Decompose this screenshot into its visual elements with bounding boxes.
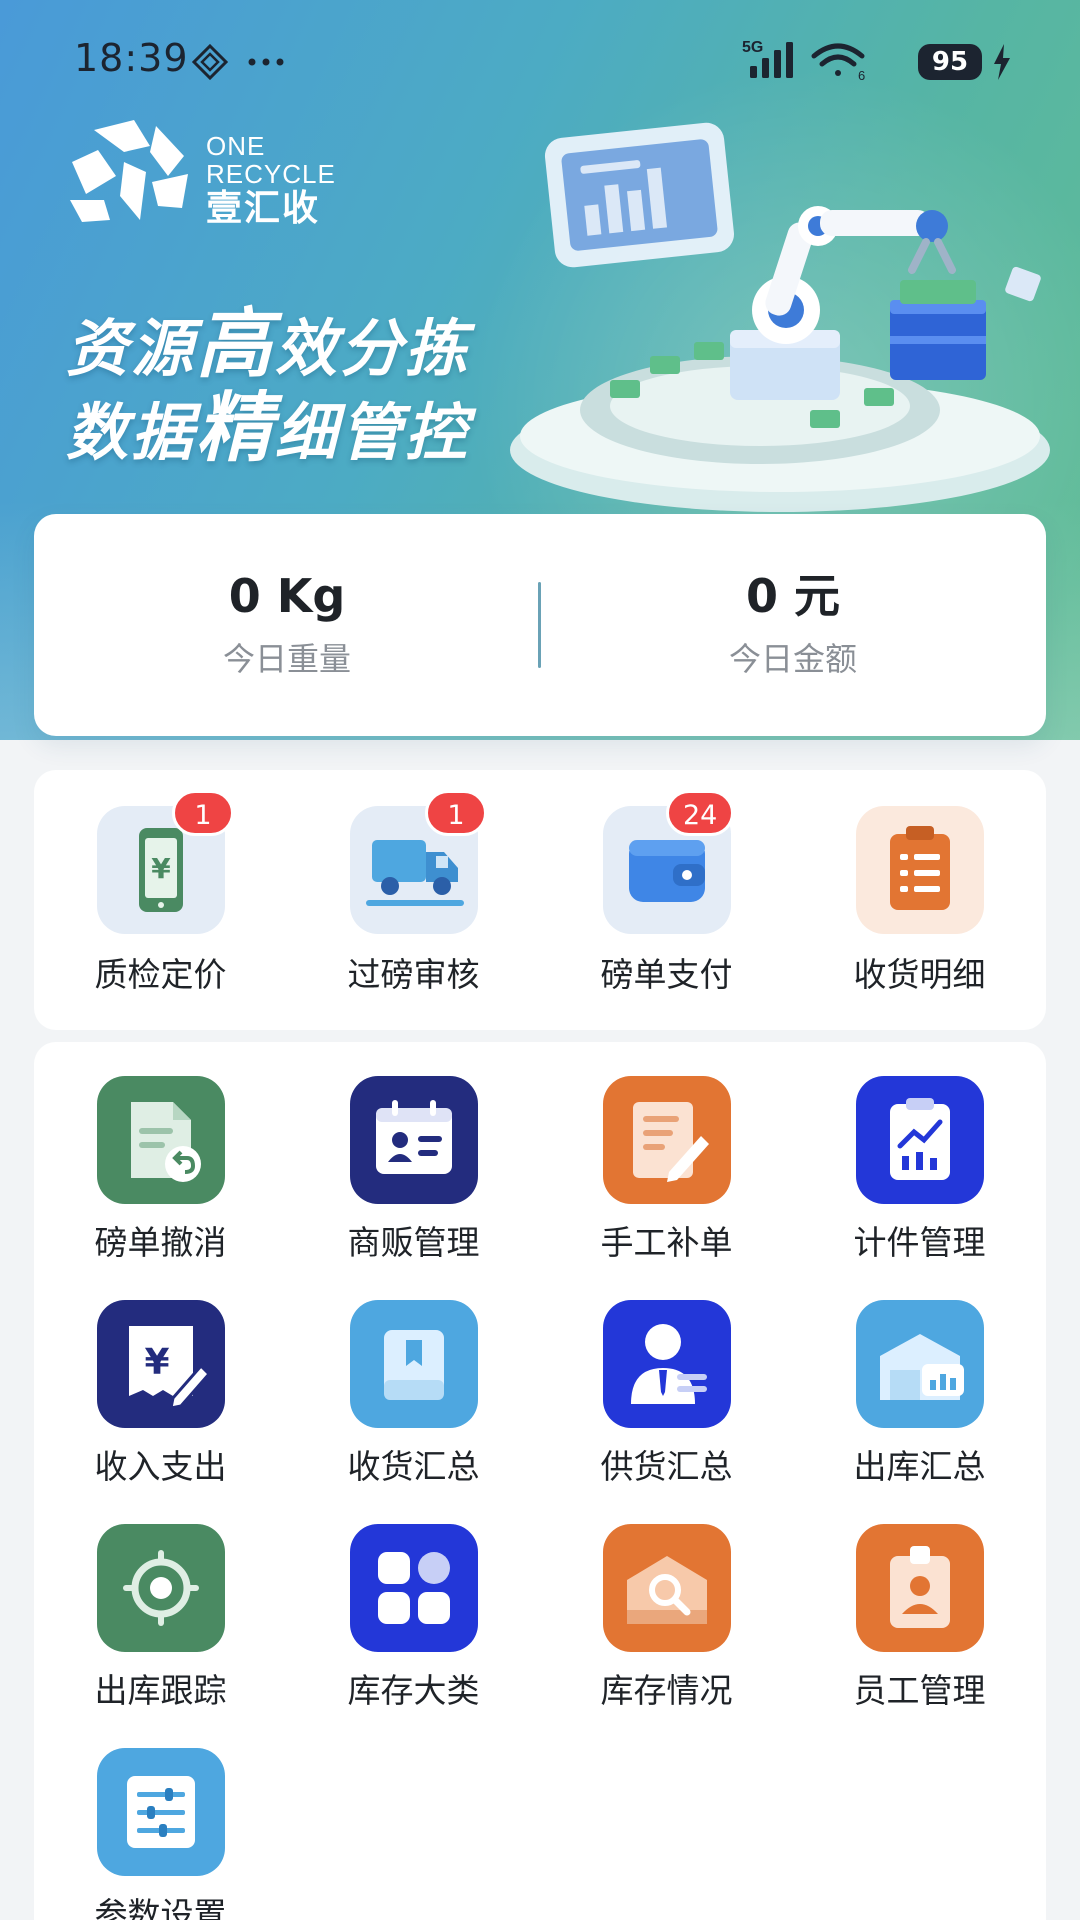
employee-manage-tile[interactable]: 员工管理 <box>793 1490 1046 1714</box>
income-expense-tile[interactable]: ¥ 收入支出 <box>34 1266 287 1490</box>
category-grid-icon <box>350 1524 478 1652</box>
recycle-logo-icon <box>70 120 188 222</box>
document-edit-icon <box>603 1076 731 1204</box>
piece-manage-tile[interactable]: 计件管理 <box>793 1042 1046 1266</box>
today-amount-stat[interactable]: 0 元 今日金额 <box>540 568 1046 680</box>
feature-grid-card: 磅单撤消 商贩管理 手工补单 计件管理 ¥ 收入支出 收货汇总 供货汇总 出库汇… <box>34 1042 1046 1920</box>
outbound-tracking-tile[interactable]: 出库跟踪 <box>34 1490 287 1714</box>
param-settings-label: 参数设置 <box>94 1895 227 1920</box>
weighing-review-tile[interactable]: 1 过磅审核 <box>287 770 540 1030</box>
battery-indicator: 95 <box>918 44 982 80</box>
brand-name-en-2: RECYCLE <box>206 159 336 189</box>
slogan-2-prefix: 数据 <box>66 396 197 469</box>
status-notification-icons <box>192 44 284 80</box>
chart-clipboard-icon <box>856 1076 984 1204</box>
ticket-payment-tile[interactable]: 24 磅单支付 <box>540 770 793 1030</box>
svg-text:¥: ¥ <box>144 1342 169 1383</box>
inventory-status-tile[interactable]: 库存情况 <box>540 1490 793 1714</box>
quality-pricing-badge: 1 <box>172 790 234 836</box>
sorting-robot-illustration <box>510 122 1050 512</box>
income-expense-label: 收入支出 <box>94 1447 227 1486</box>
supply-summary-tile[interactable]: 供货汇总 <box>540 1266 793 1490</box>
status-right: 5G 6 95 <box>742 36 1012 84</box>
ticket-payment-label: 磅单支付 <box>600 955 733 994</box>
wifi-level-label: 6 <box>858 68 865 83</box>
network-type-label: 5G <box>742 39 763 56</box>
document-undo-icon <box>97 1076 225 1204</box>
piece-manage-label: 计件管理 <box>853 1223 986 1262</box>
receipt-yuan-icon: ¥ <box>97 1300 225 1428</box>
weighing-review-label: 过磅审核 <box>347 955 480 994</box>
wifi-icon <box>811 43 865 76</box>
weighing-review-badge: 1 <box>425 790 487 836</box>
vendor-manage-tile[interactable]: 商贩管理 <box>287 1042 540 1266</box>
contact-card-icon <box>350 1076 478 1204</box>
today-weight-stat[interactable]: 0 Kg 今日重量 <box>34 568 540 680</box>
param-settings-tile[interactable]: 参数设置 <box>34 1714 287 1920</box>
supplier-person-icon <box>603 1300 731 1428</box>
settings-sliders-icon <box>97 1748 225 1876</box>
charging-bolt-icon <box>994 44 1010 80</box>
brand-logo: ONE RECYCLE 壹汇收 <box>64 116 364 236</box>
clipboard-list-icon <box>856 806 984 934</box>
quality-pricing-label: 质检定价 <box>94 955 227 994</box>
brand-name-cn: 壹汇收 <box>206 188 321 229</box>
slogan-line-2: 数据精细管控 <box>66 366 470 476</box>
outbound-summary-label: 出库汇总 <box>853 1447 986 1486</box>
receipt-detail-tile[interactable]: 收货明细 <box>793 770 1046 1030</box>
more-dots-icon <box>248 58 284 66</box>
ticket-cancel-tile[interactable]: 磅单撤消 <box>34 1042 287 1266</box>
slogan-2-emphasis: 精 <box>196 383 276 472</box>
pending-tasks-card: ¥ 1 质检定价 1 过磅审核 24 磅单支付 收货明细 <box>34 770 1046 1030</box>
today-amount-value: 0 元 <box>745 569 841 623</box>
outbound-summary-tile[interactable]: 出库汇总 <box>793 1266 1046 1490</box>
quality-pricing-tile[interactable]: ¥ 1 质检定价 <box>34 770 287 1030</box>
supply-summary-label: 供货汇总 <box>600 1447 733 1486</box>
inventory-category-label: 库存大类 <box>347 1671 480 1710</box>
receipt-detail-label: 收货明细 <box>853 955 986 994</box>
brand-text: ONE RECYCLE 壹汇收 <box>206 132 336 230</box>
employee-badge-icon <box>856 1524 984 1652</box>
nfc-icon <box>192 44 229 80</box>
status-time: 18:39 <box>74 36 189 80</box>
receipt-summary-tile[interactable]: 收货汇总 <box>287 1266 540 1490</box>
inventory-search-icon <box>603 1524 731 1652</box>
vendor-manage-label: 商贩管理 <box>347 1223 480 1262</box>
package-icon <box>350 1300 478 1428</box>
receipt-summary-label: 收货汇总 <box>347 1447 480 1486</box>
today-weight-value: 0 Kg <box>228 569 346 623</box>
svg-text:¥: ¥ <box>151 852 171 885</box>
manual-ticket-tile[interactable]: 手工补单 <box>540 1042 793 1266</box>
slogan-2-suffix: 细管控 <box>275 396 471 469</box>
today-weight-label: 今日重量 <box>222 640 351 678</box>
today-stats-card: 0 Kg 今日重量 0 元 今日金额 <box>34 514 1046 736</box>
ticket-cancel-label: 磅单撤消 <box>94 1223 227 1262</box>
target-icon <box>97 1524 225 1652</box>
manual-ticket-label: 手工补单 <box>600 1223 733 1262</box>
warehouse-chart-icon <box>856 1300 984 1428</box>
brand-name-en-1: ONE <box>206 131 266 161</box>
employee-manage-label: 员工管理 <box>853 1671 986 1710</box>
today-amount-label: 今日金额 <box>728 640 857 678</box>
ticket-payment-badge: 24 <box>666 790 735 836</box>
outbound-tracking-label: 出库跟踪 <box>94 1671 227 1710</box>
signal-wifi-icons: 5G 6 <box>742 39 865 83</box>
inventory-status-label: 库存情况 <box>600 1671 733 1710</box>
inventory-category-tile[interactable]: 库存大类 <box>287 1490 540 1714</box>
